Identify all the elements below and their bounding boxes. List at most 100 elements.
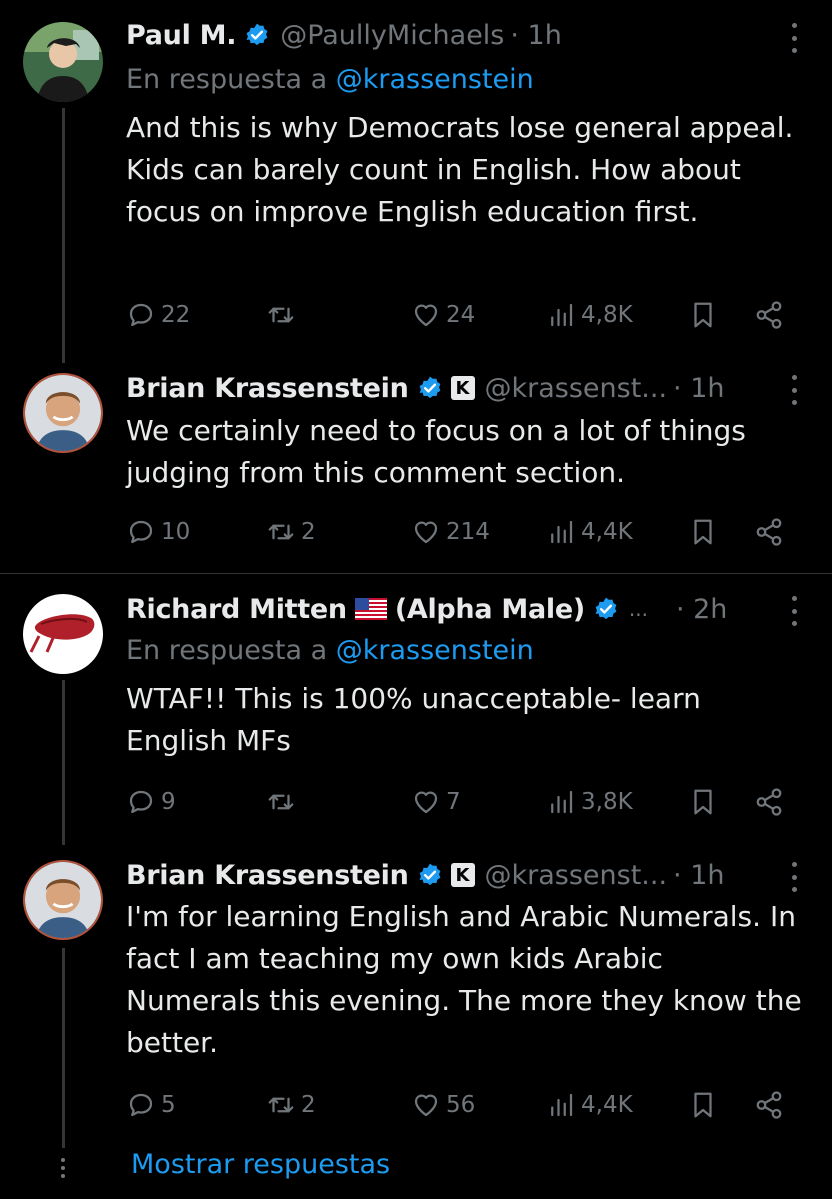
share-button[interactable] xyxy=(754,510,784,554)
views-button[interactable]: 4,8K xyxy=(546,293,633,337)
author-name[interactable]: Brian Krassenstein xyxy=(126,373,409,404)
tweet-text: And this is why Democrats lose general a… xyxy=(126,111,794,228)
action-bar: 22 24 4,8K xyxy=(126,293,796,337)
author-name[interactable]: Brian Krassenstein xyxy=(126,860,409,891)
retweet-icon xyxy=(266,300,296,330)
bookmark-button[interactable] xyxy=(688,510,718,554)
view-count: 3,8K xyxy=(581,789,633,815)
avatar[interactable] xyxy=(23,594,103,674)
views-button[interactable]: 4,4K xyxy=(546,1083,633,1127)
reply-button[interactable]: 10 xyxy=(126,510,190,554)
reply-icon xyxy=(126,517,156,547)
view-count: 4,8K xyxy=(581,302,633,328)
like-count: 214 xyxy=(446,519,490,545)
action-bar: 9 7 3,8K xyxy=(126,780,796,824)
bookmark-button[interactable] xyxy=(688,1083,718,1127)
verified-icon xyxy=(417,375,443,401)
reply-icon xyxy=(126,1090,156,1120)
author-handle[interactable]: @krassenst... xyxy=(485,860,668,891)
verified-icon xyxy=(417,862,443,888)
like-icon xyxy=(411,300,441,330)
reply-icon xyxy=(126,787,156,817)
view-count: 4,4K xyxy=(581,519,633,545)
more-icon[interactable] xyxy=(790,862,798,892)
views-icon xyxy=(546,300,576,330)
like-count: 7 xyxy=(446,789,461,815)
reply-icon xyxy=(126,300,156,330)
share-button[interactable] xyxy=(754,1083,784,1127)
reply-button[interactable]: 22 xyxy=(126,293,190,337)
reply-mention-link[interactable]: @krassenstein xyxy=(336,635,534,666)
action-bar: 5 2 56 4,4K xyxy=(126,1083,796,1127)
author-handle[interactable]: @krassenst... xyxy=(485,373,668,404)
bookmark-button[interactable] xyxy=(688,293,718,337)
views-icon xyxy=(546,517,576,547)
timestamp[interactable]: · 1h xyxy=(510,20,561,51)
retweet-button[interactable] xyxy=(266,780,301,824)
reply-button[interactable]: 9 xyxy=(126,780,176,824)
like-count: 24 xyxy=(446,302,476,328)
bookmark-icon xyxy=(688,300,718,330)
share-icon xyxy=(754,517,784,547)
retweet-icon xyxy=(266,517,296,547)
truncated-handle: ... xyxy=(628,597,648,621)
reply-context: En respuesta a @krassenstein xyxy=(126,60,534,100)
share-icon xyxy=(754,300,784,330)
like-icon xyxy=(411,787,441,817)
retweet-count: 2 xyxy=(301,1092,316,1118)
author-name-suffix[interactable]: (Alpha Male) xyxy=(395,594,585,625)
show-replies-link[interactable]: Mostrar respuestas xyxy=(131,1149,390,1180)
reply-prefix: En respuesta a xyxy=(126,64,328,95)
like-icon xyxy=(411,517,441,547)
retweet-button[interactable] xyxy=(266,293,301,337)
more-icon[interactable] xyxy=(790,23,798,53)
reply-mention-link[interactable]: @krassenstein xyxy=(336,64,534,95)
avatar[interactable] xyxy=(23,22,103,102)
author-name[interactable]: Richard Mitten xyxy=(126,594,347,625)
reply-button[interactable]: 5 xyxy=(126,1083,176,1127)
avatar[interactable] xyxy=(23,860,103,940)
bookmark-button[interactable] xyxy=(688,780,718,824)
retweet-count: 2 xyxy=(301,519,316,545)
thread-continuation-dots xyxy=(60,1158,66,1178)
retweet-button[interactable]: 2 xyxy=(266,510,316,554)
reply-context: En respuesta a @krassenstein xyxy=(126,631,534,671)
reply-count: 10 xyxy=(161,519,191,545)
avatar[interactable] xyxy=(23,373,103,453)
bookmark-icon xyxy=(688,517,718,547)
share-button[interactable] xyxy=(754,293,784,337)
views-button[interactable]: 3,8K xyxy=(546,780,633,824)
author-name[interactable]: Paul M. xyxy=(126,20,236,51)
retweet-icon xyxy=(266,1090,296,1120)
affiliate-badge: K xyxy=(450,863,475,887)
retweet-icon xyxy=(266,787,296,817)
reply-count: 9 xyxy=(161,789,176,815)
timestamp[interactable]: · 1h xyxy=(673,373,724,404)
bookmark-icon xyxy=(688,787,718,817)
bookmark-icon xyxy=(688,1090,718,1120)
share-icon xyxy=(754,1090,784,1120)
action-bar: 10 2 214 4,4K xyxy=(126,510,796,554)
timestamp[interactable]: · 2h xyxy=(676,594,727,625)
reply-count: 5 xyxy=(161,1092,176,1118)
share-icon xyxy=(754,787,784,817)
verified-icon xyxy=(593,596,619,622)
timestamp[interactable]: · 1h xyxy=(673,860,724,891)
more-icon[interactable] xyxy=(790,596,798,626)
retweet-button[interactable]: 2 xyxy=(266,1083,316,1127)
thread-line xyxy=(62,948,65,1148)
divider xyxy=(0,573,832,574)
views-button[interactable]: 4,4K xyxy=(546,510,633,554)
author-handle[interactable]: @PaullyMichaels xyxy=(280,20,504,51)
more-icon[interactable] xyxy=(790,375,798,405)
share-button[interactable] xyxy=(754,780,784,824)
view-count: 4,4K xyxy=(581,1092,633,1118)
like-button[interactable]: 7 xyxy=(411,780,461,824)
like-button[interactable]: 24 xyxy=(411,293,475,337)
flag-us-icon xyxy=(354,598,387,620)
views-icon xyxy=(546,787,576,817)
like-button[interactable]: 56 xyxy=(411,1083,475,1127)
like-button[interactable]: 214 xyxy=(411,510,490,554)
views-icon xyxy=(546,1090,576,1120)
tweet-text: WTAF!! This is 100% unacceptable- learn … xyxy=(126,682,701,757)
